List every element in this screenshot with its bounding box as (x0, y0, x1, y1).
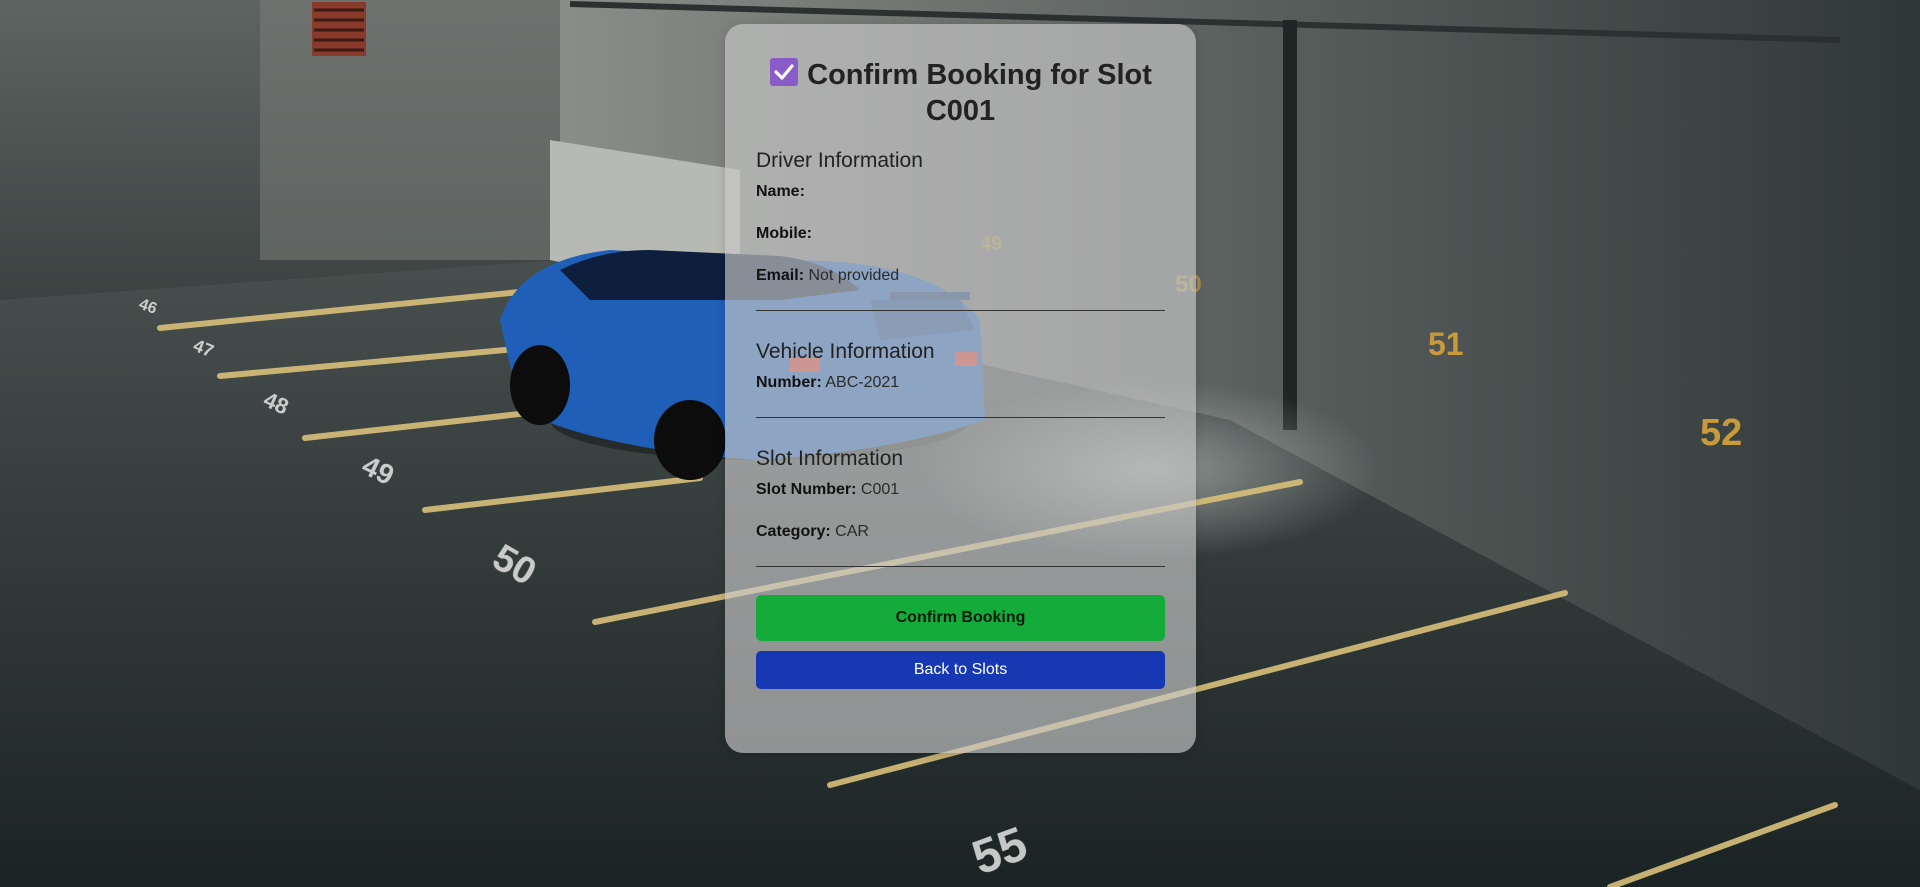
svg-text:51: 51 (1428, 326, 1464, 362)
confirm-booking-button[interactable]: Confirm Booking (756, 595, 1165, 641)
back-to-slots-button[interactable]: Back to Slots (756, 651, 1165, 689)
driver-mobile-label: Mobile: (756, 225, 812, 242)
slot-number-value: C001 (860, 481, 900, 498)
vehicle-number-value: ABC-2021 (825, 374, 900, 391)
driver-section-heading: Driver Information (756, 149, 923, 172)
slot-category-value: CAR (835, 523, 869, 540)
driver-mobile-field: Mobile: (756, 224, 1165, 244)
slot-category-label: Category: (756, 523, 831, 540)
vehicle-number-field: Number: ABC-2021 (756, 373, 1165, 393)
slot-number-label: Slot Number: (756, 481, 857, 498)
booking-card: Confirm Booking for Slot C001 Driver Inf… (725, 24, 1196, 753)
section-divider (756, 310, 1165, 311)
driver-name-label: Name: (756, 183, 805, 200)
driver-email-label: Email: (756, 267, 805, 284)
driver-name-field: Name: (756, 182, 1165, 202)
vehicle-number-label: Number: (756, 374, 822, 391)
page-title-row: Confirm Booking for Slot C001 (756, 57, 1165, 129)
svg-text:52: 52 (1700, 412, 1742, 454)
slot-section-heading: Slot Information (756, 447, 904, 470)
driver-email-field: Email: Not provided (756, 266, 1165, 286)
page-title: Confirm Booking for Slot C001 (807, 59, 1152, 127)
checkbox-checked-icon (769, 57, 799, 87)
driver-email-value: Not provided (808, 267, 900, 284)
slot-number-field: Slot Number: C001 (756, 480, 1165, 500)
vehicle-section-heading: Vehicle Information (756, 340, 935, 363)
section-divider (756, 417, 1165, 418)
slot-category-field: Category: CAR (756, 522, 1165, 542)
section-divider (756, 566, 1165, 567)
